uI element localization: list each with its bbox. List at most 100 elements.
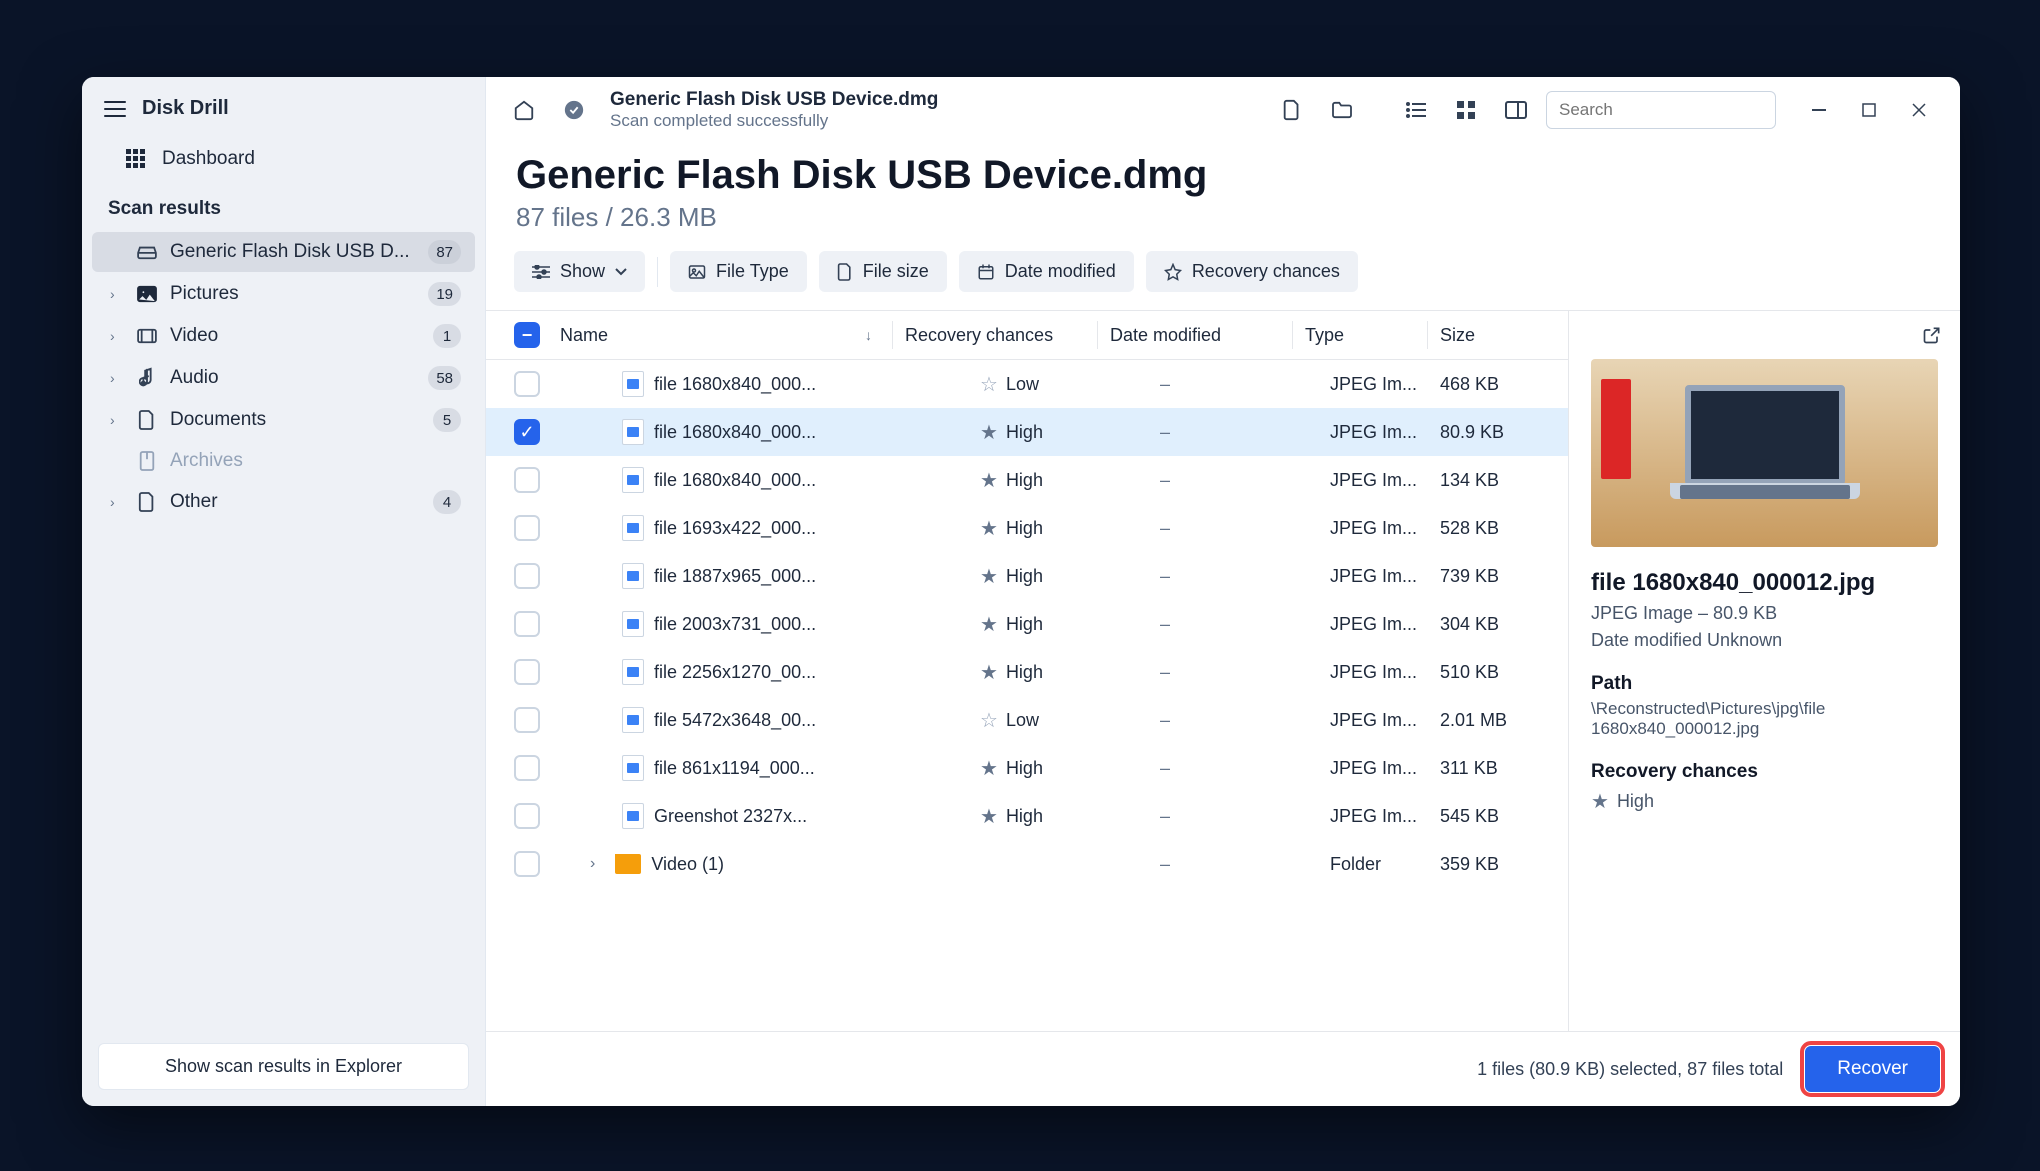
- split-icon: [1505, 101, 1527, 119]
- date-cell: –: [1160, 806, 1330, 827]
- sidebar-item-audio[interactable]: ›Audio58: [92, 358, 475, 398]
- file-button[interactable]: [1272, 90, 1312, 130]
- header-type[interactable]: Type: [1305, 325, 1415, 346]
- detail-path-label: Path: [1591, 673, 1938, 695]
- table-row[interactable]: file 2256x1270_00...★High–JPEG Im...510 …: [486, 648, 1568, 696]
- table-row[interactable]: file 1680x840_000...★High–JPEG Im...134 …: [486, 456, 1568, 504]
- folder-button[interactable]: [1322, 90, 1362, 130]
- header-date[interactable]: Date modified: [1110, 325, 1280, 346]
- filter-recovery-chances[interactable]: Recovery chances: [1146, 251, 1358, 292]
- header-size[interactable]: Size: [1440, 325, 1550, 346]
- sidebar-item-video[interactable]: ›Video1: [92, 316, 475, 356]
- image-icon: [688, 264, 706, 280]
- search-input[interactable]: [1559, 100, 1780, 120]
- table-row-folder[interactable]: ›Video (1)–Folder359 KB: [486, 840, 1568, 888]
- search-box[interactable]: [1546, 91, 1776, 129]
- header-name[interactable]: Name ↓: [550, 325, 880, 346]
- date-cell: –: [1160, 662, 1330, 683]
- date-cell: –: [1160, 710, 1330, 731]
- hamburger-icon[interactable]: [104, 101, 126, 117]
- table-row[interactable]: file 5472x3648_00...☆Low–JPEG Im...2.01 …: [486, 696, 1568, 744]
- sidebar-item-count: 58: [428, 366, 461, 390]
- row-checkbox[interactable]: ✓: [514, 419, 540, 445]
- filter-date-label: Date modified: [1005, 261, 1116, 282]
- table-row[interactable]: file 1693x422_000...★High–JPEG Im...528 …: [486, 504, 1568, 552]
- table-row[interactable]: ✓file 1680x840_000...★High–JPEG Im...80.…: [486, 408, 1568, 456]
- row-checkbox[interactable]: [514, 659, 540, 685]
- sidebar-item-archive[interactable]: Archives: [92, 442, 475, 480]
- sidebar-item-other[interactable]: ›Other4: [92, 482, 475, 522]
- date-cell: –: [1160, 518, 1330, 539]
- filter-date-modified[interactable]: Date modified: [959, 251, 1134, 292]
- sidebar-item-image[interactable]: ›Pictures19: [92, 274, 475, 314]
- view-split-button[interactable]: [1496, 90, 1536, 130]
- table-row[interactable]: file 861x1194_000...★High–JPEG Im...311 …: [486, 744, 1568, 792]
- date-cell: –: [1160, 758, 1330, 779]
- maximize-button[interactable]: [1846, 91, 1892, 129]
- recover-button[interactable]: Recover: [1805, 1046, 1940, 1092]
- header-recovery[interactable]: Recovery chances: [905, 325, 1085, 346]
- table-row[interactable]: file 2003x731_000...★High–JPEG Im...304 …: [486, 600, 1568, 648]
- jpeg-file-icon: [622, 419, 644, 445]
- file-icon: [837, 262, 853, 282]
- star-icon: [1164, 263, 1182, 281]
- date-cell: –: [1160, 566, 1330, 587]
- filter-file-size[interactable]: File size: [819, 251, 947, 292]
- table-row[interactable]: Greenshot 2327x...★High–JPEG Im...545 KB: [486, 792, 1568, 840]
- recovery-cell: ★High: [980, 564, 1160, 589]
- view-grid-button[interactable]: [1446, 90, 1486, 130]
- recovery-cell: ★High: [980, 804, 1160, 829]
- table-row[interactable]: file 1887x965_000...★High–JPEG Im...739 …: [486, 552, 1568, 600]
- row-checkbox[interactable]: [514, 515, 540, 541]
- detail-pane: file 1680x840_000012.jpg JPEG Image – 80…: [1568, 311, 1960, 1031]
- nav-dashboard[interactable]: Dashboard: [82, 134, 485, 184]
- topbar-title: Generic Flash Disk USB Device.dmg: [610, 89, 938, 111]
- minimize-button[interactable]: [1796, 91, 1842, 129]
- view-list-button[interactable]: [1396, 90, 1436, 130]
- row-checkbox[interactable]: [514, 563, 540, 589]
- detail-recovery-value: ★ High: [1591, 789, 1938, 814]
- header-checkbox[interactable]: −: [504, 322, 550, 348]
- partial-check-icon: −: [514, 322, 540, 348]
- sidebar-item-drive[interactable]: Generic Flash Disk USB D...87: [92, 232, 475, 272]
- size-cell: 510 KB: [1440, 662, 1550, 683]
- selection-summary: 1 files (80.9 KB) selected, 87 files tot…: [1477, 1059, 1783, 1080]
- type-cell: Folder: [1330, 854, 1440, 875]
- sidebar-item-count: 4: [433, 490, 461, 514]
- sidebar-item-document[interactable]: ›Documents5: [92, 400, 475, 440]
- grid4-icon: [1457, 101, 1475, 119]
- filter-show-label: Show: [560, 261, 605, 282]
- row-checkbox[interactable]: [514, 755, 540, 781]
- type-cell: JPEG Im...: [1330, 614, 1440, 635]
- row-checkbox[interactable]: [514, 707, 540, 733]
- jpeg-file-icon: [622, 467, 644, 493]
- size-cell: 528 KB: [1440, 518, 1550, 539]
- row-checkbox[interactable]: [514, 803, 540, 829]
- nav-dashboard-label: Dashboard: [162, 148, 255, 170]
- row-checkbox[interactable]: [514, 371, 540, 397]
- scan-status-badge: [554, 90, 594, 130]
- size-cell: 359 KB: [1440, 854, 1550, 875]
- type-cell: JPEG Im...: [1330, 422, 1440, 443]
- table-body: file 1680x840_000...☆Low–JPEG Im...468 K…: [486, 360, 1568, 1031]
- filter-show[interactable]: Show: [514, 251, 645, 292]
- row-checkbox[interactable]: [514, 611, 540, 637]
- home-button[interactable]: [504, 90, 544, 130]
- drive-icon: [136, 244, 158, 260]
- sidebar-item-count: 19: [428, 282, 461, 306]
- date-cell: –: [1160, 374, 1330, 395]
- table-row[interactable]: file 1680x840_000...☆Low–JPEG Im...468 K…: [486, 360, 1568, 408]
- filter-file-type[interactable]: File Type: [670, 251, 807, 292]
- type-cell: JPEG Im...: [1330, 662, 1440, 683]
- page-title: Generic Flash Disk USB Device.dmg: [516, 153, 1930, 198]
- window-controls: [1796, 91, 1942, 129]
- close-icon: [1912, 103, 1926, 117]
- app-name: Disk Drill: [142, 97, 229, 120]
- file-name: file 5472x3648_00...: [654, 710, 816, 731]
- row-checkbox[interactable]: [514, 467, 540, 493]
- show-in-explorer-button[interactable]: Show scan results in Explorer: [98, 1043, 469, 1090]
- close-button[interactable]: [1896, 91, 1942, 129]
- open-external-button[interactable]: [1922, 325, 1942, 345]
- row-checkbox[interactable]: [514, 851, 540, 877]
- size-cell: 545 KB: [1440, 806, 1550, 827]
